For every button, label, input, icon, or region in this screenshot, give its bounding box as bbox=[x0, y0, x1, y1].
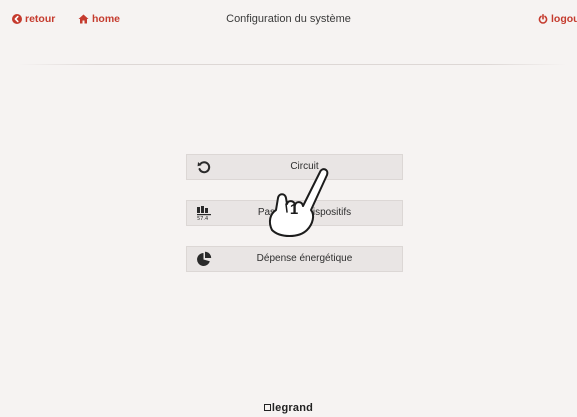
app-root: retour home Configuration du système log… bbox=[0, 0, 577, 417]
header-divider bbox=[18, 64, 567, 65]
top-bar: retour home Configuration du système log… bbox=[0, 0, 577, 40]
brand-name: legrand bbox=[271, 402, 314, 414]
hand-pointer-icon bbox=[268, 168, 329, 237]
logout-button[interactable]: logout bbox=[538, 13, 577, 25]
callout-number: 1 bbox=[289, 201, 299, 218]
energy-expense-button[interactable]: Dépense énergétique bbox=[186, 246, 403, 272]
page-title: Configuration du système bbox=[226, 13, 351, 25]
power-icon bbox=[538, 14, 548, 24]
legrand-logo: legrand bbox=[0, 402, 577, 414]
energy-expense-label: Dépense énergétique bbox=[256, 253, 353, 264]
logo-square-icon bbox=[263, 404, 271, 411]
logout-label: logout bbox=[551, 13, 577, 25]
